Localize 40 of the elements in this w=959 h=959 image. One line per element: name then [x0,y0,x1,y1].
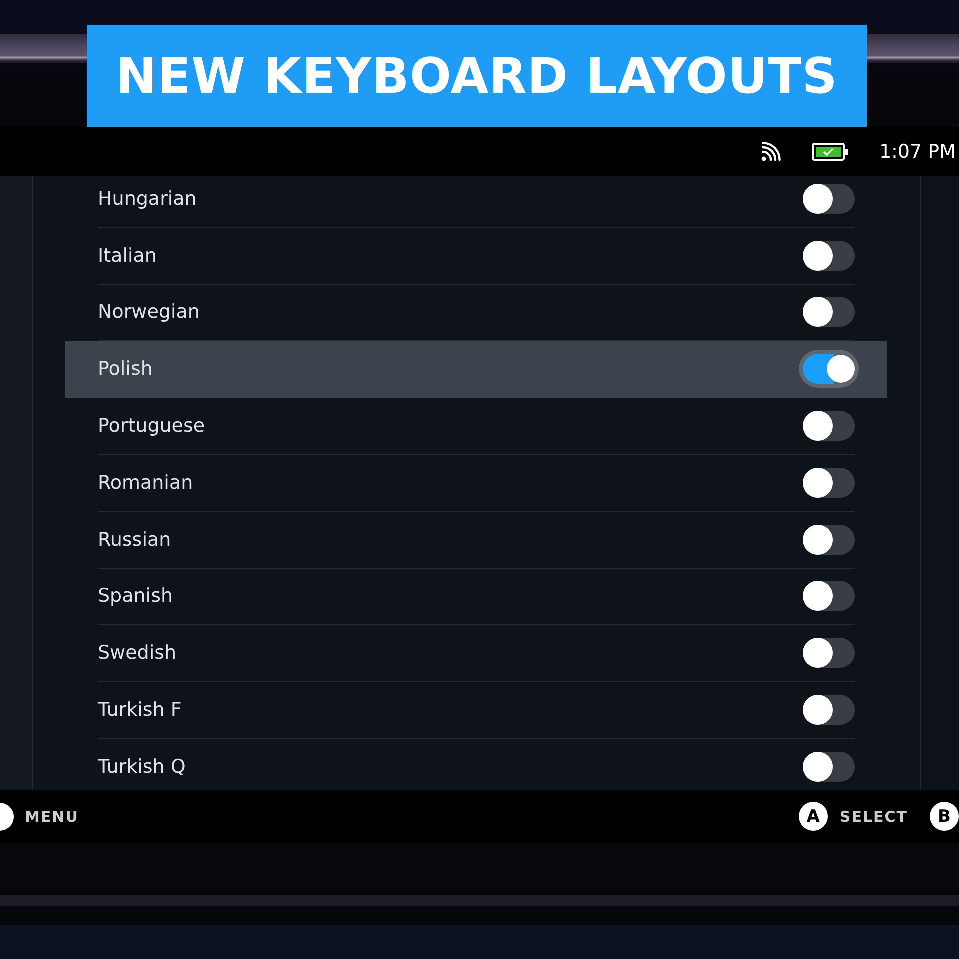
controller-button-icon [0,802,14,830]
layout-name: Hungarian [98,188,197,210]
layout-row[interactable]: Portuguese [65,398,887,455]
layout-name: Polish [98,358,153,380]
toggle-switch[interactable] [803,524,855,555]
layout-name: Romanian [98,472,194,494]
layout-name: Spanish [98,585,174,608]
layout-row[interactable]: Polish [65,341,887,398]
layout-row[interactable]: Swedish [65,625,887,682]
title-banner: NEW KEYBOARD LAYOUTS [87,25,867,127]
toggle-switch[interactable] [803,468,855,498]
toggle-switch[interactable] [803,184,855,214]
layout-name: Italian [98,244,157,267]
battery-icon [812,142,848,160]
layout-row[interactable]: Russian [65,512,887,569]
toggle-switch[interactable] [803,752,855,782]
layout-name: Turkish Q [98,756,186,778]
layout-name: Russian [98,528,172,551]
layout-name: Swedish [98,642,177,664]
toggle-switch[interactable] [803,411,855,442]
layout-name: Portuguese [98,415,206,438]
layout-name: Turkish F [98,699,182,722]
toggle-switch[interactable] [803,638,855,668]
wifi-icon [761,142,782,162]
action-hint[interactable]: SELECT [840,808,908,826]
toggle-switch[interactable] [803,354,855,384]
layout-row[interactable]: Romanian [65,454,887,512]
controller-button-glyph[interactable]: B [930,802,959,831]
layout-row[interactable]: Turkish F [65,682,887,739]
toggle-switch[interactable] [803,297,855,328]
toggle-switch[interactable] [803,240,855,271]
clock-time: 1:07 PM [879,140,956,162]
controller-button-glyph[interactable]: A [798,802,828,831]
layout-row[interactable]: Hungarian [65,176,887,228]
menu-hint[interactable]: MENU [25,808,79,826]
toggle-switch[interactable] [803,695,855,726]
layout-name: Norwegian [98,301,200,324]
toggle-switch[interactable] [803,581,855,612]
layout-row[interactable]: Spanish [65,568,887,626]
layout-row[interactable]: Italian [65,228,887,285]
